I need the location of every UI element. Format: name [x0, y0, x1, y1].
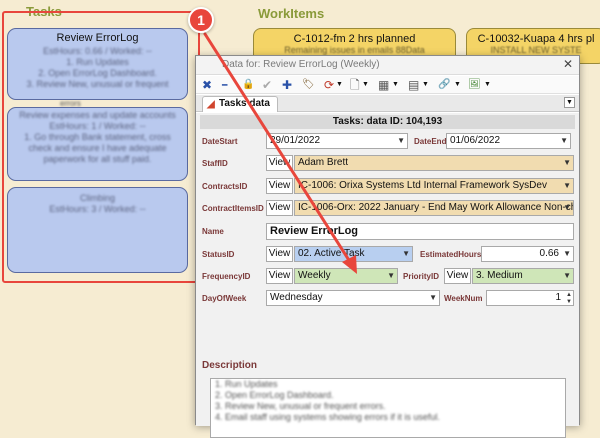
- task-card-details: Review expenses and update accounts EstH…: [19, 110, 176, 164]
- priority-select[interactable]: 3. Medium ▼: [472, 268, 574, 284]
- contracts-id-field-label: ContractsID: [202, 182, 248, 191]
- day-of-week-select[interactable]: Wednesday ▼: [266, 290, 440, 306]
- workitem-card-title: C-1012-fm 2 hrs planned: [293, 33, 416, 45]
- task-form: Tasks: data ID: 104,193 DateStart 29/01/…: [196, 113, 579, 438]
- tab-menu-dropdown[interactable]: ▼: [564, 97, 575, 108]
- chevron-down-icon[interactable]: ▼: [362, 77, 369, 93]
- chevron-down-icon[interactable]: ▼: [397, 134, 405, 148]
- task-card-review-errorlog[interactable]: Review ErrorLog EstHours: 0.66 / Worked:…: [7, 28, 188, 100]
- staff-id-label: StaffID: [202, 159, 228, 168]
- remove-record-icon[interactable]: ━: [222, 77, 227, 93]
- image-icon[interactable]: 🖼: [468, 77, 481, 93]
- status-id-label: StatusID: [202, 250, 235, 259]
- frequency-select[interactable]: Weekly ▼: [294, 268, 398, 284]
- description-line: 3. Review New, unusual or frequent error…: [215, 401, 386, 411]
- chevron-down-icon[interactable]: ▼: [563, 179, 571, 193]
- frequency-view-button[interactable]: View: [266, 268, 293, 284]
- dialog-title: Data for: Review ErrorLog (Weekly): [222, 59, 380, 70]
- chevron-down-icon[interactable]: ▼: [402, 247, 410, 261]
- chevron-down-icon[interactable]: ▼: [392, 77, 399, 93]
- task-card-review-expenses[interactable]: Review expenses and update accounts EstH…: [7, 107, 188, 181]
- week-num-stepper[interactable]: 1 ▲ ▼: [486, 290, 574, 306]
- description-line: 1. Run Updates: [215, 379, 278, 389]
- day-of-week-label: DayOfWeek: [202, 294, 247, 303]
- staff-view-button[interactable]: View: [266, 155, 293, 171]
- frequency-id-label: FrequencyID: [202, 272, 251, 281]
- grid-icon[interactable]: ▦: [378, 77, 389, 93]
- task-card-climbing[interactable]: Climbing EstHours: 3 / Worked: --: [7, 187, 188, 273]
- contract-items-id-label: ContractItemsID: [202, 204, 264, 213]
- step-number-badge: 1: [188, 7, 214, 33]
- name-label: Name: [202, 227, 224, 236]
- priority-view-button[interactable]: View: [444, 268, 471, 284]
- estimated-hours-field[interactable]: 0.66 ▼: [481, 246, 574, 262]
- tab-tasks-data[interactable]: ◢ Tasks data: [202, 96, 278, 112]
- form-view-icon[interactable]: ▤: [408, 77, 419, 93]
- task-card-details: Climbing EstHours: 3 / Worked: --: [49, 193, 146, 214]
- chevron-down-icon[interactable]: ▼: [563, 269, 571, 283]
- contract-item-view-button[interactable]: View: [266, 200, 293, 216]
- description-field[interactable]: 1. Run Updates 2. Open ErrorLog Dashboar…: [210, 378, 566, 438]
- date-start-label: DateStart: [202, 137, 238, 146]
- tag-icon[interactable]: 🏷: [302, 77, 315, 93]
- chevron-down-icon[interactable]: ▼: [560, 134, 568, 148]
- staff-select[interactable]: Adam Brett ▼: [294, 155, 574, 171]
- date-end-label: DateEnd: [414, 137, 447, 146]
- chevron-down-icon[interactable]: ▼: [563, 247, 571, 261]
- document-icon[interactable]: 🗋: [350, 77, 360, 93]
- stepper-up-icon[interactable]: ▲: [566, 292, 572, 298]
- workitem-card-subtitle: Remaining issues in emails 88Data: [284, 45, 425, 55]
- tab-flag-icon: ◢: [207, 99, 215, 110]
- estimated-hours-label: EstimatedHours: [420, 250, 482, 259]
- lock-icon[interactable]: 🔒: [242, 77, 254, 93]
- task-card-details: EstHours: 0.66 / Worked: -- 1. Run Updat…: [26, 46, 169, 89]
- task-data-dialog: Data for: Review ErrorLog (Weekly) ✕ ✖ ━…: [195, 55, 580, 438]
- chevron-down-icon[interactable]: ▼: [484, 77, 491, 93]
- name-field[interactable]: Review ErrorLog: [266, 223, 574, 240]
- chevron-down-icon[interactable]: ▼: [563, 156, 571, 170]
- description-line: 4. Email staff using systems showing err…: [215, 412, 440, 422]
- contract-view-button[interactable]: View: [266, 178, 293, 194]
- tab-label: Tasks data: [219, 98, 270, 109]
- chevron-down-icon[interactable]: ▼: [387, 269, 395, 283]
- add-record-icon[interactable]: ✚: [282, 77, 292, 93]
- workitem-card-title: C-10032-Kuapa 4 hrs pl: [477, 33, 595, 45]
- workitems-section-title: WorkItems: [258, 6, 325, 21]
- status-view-button[interactable]: View: [266, 246, 293, 262]
- close-icon[interactable]: ✕: [563, 57, 573, 71]
- dialog-titlebar[interactable]: Data for: Review ErrorLog (Weekly) ✕: [196, 56, 579, 75]
- dialog-toolbar: ✖ ━ 🔒 ✔ ✚ 🏷 ⟳ ▼ 🗋 ▼ ▦ ▼ ▤ ▼ 🔗 ▼ 🖼 ▼: [196, 76, 579, 94]
- chevron-down-icon[interactable]: ▼: [454, 77, 461, 93]
- contract-select[interactable]: IC-1006: Orixa Systems Ltd Internal Fram…: [294, 178, 574, 194]
- description-line: 2. Open ErrorLog Dashboard.: [215, 390, 334, 400]
- chevron-down-icon[interactable]: ▼: [563, 201, 571, 215]
- status-select[interactable]: 02. Active Task ▼: [294, 246, 413, 262]
- contract-item-select[interactable]: IC-1006-Orx: 2022 January - End May Work…: [294, 200, 574, 216]
- chevron-down-icon[interactable]: ▼: [336, 77, 343, 93]
- chevron-down-icon[interactable]: ▼: [422, 77, 429, 93]
- date-end-field[interactable]: 01/06/2022 ▼: [446, 133, 571, 149]
- date-start-field[interactable]: 29/01/2022 ▼: [266, 133, 408, 149]
- tab-strip: ◢ Tasks data ▼: [196, 95, 579, 112]
- week-num-label: WeekNum: [444, 294, 483, 303]
- cancel-x-icon[interactable]: ✖: [202, 77, 212, 93]
- description-label: Description: [202, 360, 258, 371]
- chevron-down-icon[interactable]: ▼: [429, 291, 437, 305]
- link-icon[interactable]: 🔗: [438, 77, 450, 93]
- task-card-title: Review ErrorLog: [56, 32, 139, 44]
- stepper-down-icon[interactable]: ▼: [566, 299, 572, 305]
- priority-id-label: PriorityID: [403, 272, 440, 281]
- refresh-icon[interactable]: ⟳: [324, 77, 334, 93]
- form-header: Tasks: data ID: 104,193: [200, 115, 575, 129]
- post-check-icon[interactable]: ✔: [262, 77, 272, 93]
- workitem-card-subtitle: INSTALL NEW SYSTE: [490, 45, 582, 55]
